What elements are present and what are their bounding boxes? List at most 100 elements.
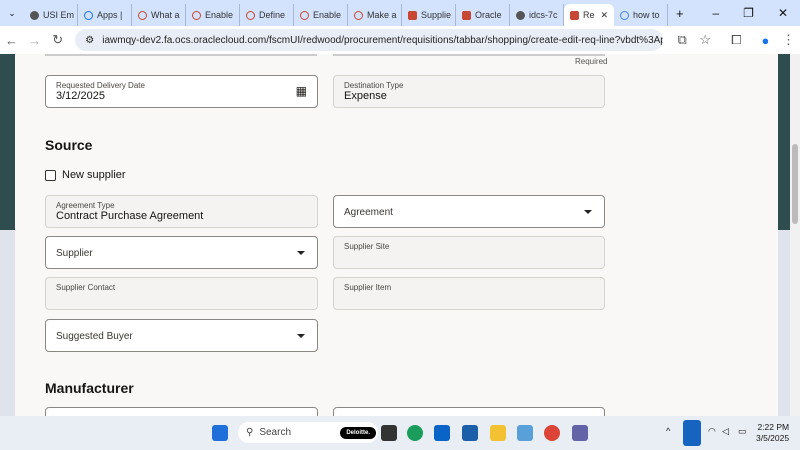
calendar-icon[interactable]: ▦ bbox=[296, 84, 307, 98]
chevron-up-icon[interactable]: ^ bbox=[666, 426, 670, 436]
browser-tab[interactable]: Re ✕ bbox=[564, 4, 614, 26]
back-icon[interactable]: ← bbox=[0, 33, 23, 48]
google-icon bbox=[620, 10, 629, 20]
agreement-select[interactable]: Agreement bbox=[333, 195, 605, 228]
field-placeholder: Agreement bbox=[344, 207, 393, 218]
profile-avatar[interactable]: ● bbox=[754, 33, 777, 48]
browser-tab[interactable]: What a bbox=[132, 4, 186, 26]
task-view-icon[interactable] bbox=[381, 425, 397, 441]
checkbox-label: New supplier bbox=[62, 169, 126, 181]
tab-label: Oracle bbox=[475, 10, 502, 20]
menu-icon[interactable]: ⋮ bbox=[777, 32, 800, 48]
teams-icon[interactable] bbox=[572, 425, 588, 441]
oracle-icon bbox=[300, 10, 309, 20]
forward-icon[interactable]: → bbox=[23, 33, 46, 48]
browser-tab[interactable]: Apps | bbox=[78, 4, 132, 26]
clock[interactable]: 2:22 PM 3/5/2025 bbox=[756, 422, 789, 444]
oracle-icon bbox=[192, 10, 201, 20]
time: 2:22 PM bbox=[757, 422, 790, 432]
new-tab-button[interactable]: + bbox=[668, 6, 692, 21]
browser-tab[interactable]: how to bbox=[614, 4, 668, 26]
url-input[interactable]: ⚙ iawmqy-dev2.fa.ocs.oraclecloud.com/fscm… bbox=[75, 29, 663, 51]
field-label: Destination Type bbox=[344, 81, 404, 90]
browser-tab[interactable]: Define bbox=[240, 4, 294, 26]
required-hint: Required bbox=[575, 57, 608, 66]
manufacturer-heading: Manufacturer bbox=[45, 380, 134, 396]
bookmark-star-icon[interactable]: ☆ bbox=[694, 32, 717, 48]
chevron-down-icon[interactable] bbox=[584, 210, 592, 214]
deloitte-badge: Deloitte. bbox=[340, 426, 376, 439]
supplier-site-field: Supplier Site bbox=[333, 236, 605, 269]
browser-tab[interactable]: Supplie bbox=[402, 4, 456, 26]
site-info-icon[interactable]: ⚙ bbox=[85, 35, 94, 46]
chevron-down-icon[interactable] bbox=[297, 334, 305, 338]
supplier-select[interactable]: Supplier bbox=[45, 236, 318, 269]
tab-label: Enable bbox=[205, 10, 234, 20]
tab-label: Define bbox=[259, 10, 286, 20]
supplier-contact-field: Supplier Contact bbox=[45, 277, 318, 310]
field-value: Expense bbox=[344, 90, 387, 102]
close-tab-icon[interactable]: ✕ bbox=[600, 10, 608, 21]
outlook-icon[interactable] bbox=[434, 425, 450, 441]
file-explorer-icon[interactable] bbox=[490, 425, 506, 441]
tab-label: idcs-7c bbox=[529, 10, 558, 20]
requisition-line-form: Required Requested Delivery Date 3/12/20… bbox=[15, 54, 778, 427]
page-scrollbar[interactable] bbox=[790, 54, 800, 416]
browser-tab[interactable]: Oracle bbox=[456, 4, 510, 26]
install-app-icon[interactable]: ⧉ bbox=[671, 32, 694, 48]
oracle-icon bbox=[246, 10, 255, 20]
oracle-icon bbox=[138, 10, 147, 20]
tab-label: Apps | bbox=[97, 10, 123, 20]
reload-icon[interactable]: ↻ bbox=[46, 32, 69, 48]
extensions-icon[interactable]: ⧠ bbox=[725, 32, 748, 48]
battery-icon[interactable]: ▭ bbox=[738, 426, 747, 437]
browser-tab[interactable]: Enable bbox=[294, 4, 348, 26]
close-window-button[interactable]: ✕ bbox=[778, 6, 788, 20]
date: 3/5/2025 bbox=[756, 433, 790, 443]
checkbox-icon[interactable] bbox=[45, 169, 56, 181]
tab-label: What a bbox=[151, 10, 180, 20]
requested-delivery-date-field[interactable]: Requested Delivery Date 3/12/2025 ▦ bbox=[45, 75, 318, 108]
search-icon: ⚲ bbox=[246, 427, 254, 438]
volume-icon[interactable]: ◁ bbox=[722, 426, 729, 437]
windows-start-icon[interactable] bbox=[212, 425, 228, 441]
tab-label: Make a bbox=[367, 10, 397, 20]
search-label: Search bbox=[259, 427, 292, 438]
browser-tab[interactable]: USI Em bbox=[24, 4, 78, 26]
restore-button[interactable]: ❐ bbox=[743, 6, 754, 20]
tab-search-icon[interactable]: ⌄ bbox=[0, 8, 24, 19]
browser-tab[interactable]: Make a bbox=[348, 4, 402, 26]
browser-tab[interactable]: Enable bbox=[186, 4, 240, 26]
destination-type-field: Destination Type Expense bbox=[333, 75, 605, 108]
notepad-icon[interactable] bbox=[517, 425, 533, 441]
oracle-icon bbox=[354, 10, 363, 20]
microphone-icon[interactable] bbox=[683, 420, 701, 446]
field-value: 3/12/2025 bbox=[56, 90, 105, 102]
taskbar-search[interactable]: ⚲ Search Deloitte. bbox=[238, 422, 378, 443]
agreement-type-field: Agreement Type Contract Purchase Agreeme… bbox=[45, 195, 318, 228]
chevron-down-icon[interactable] bbox=[297, 251, 305, 255]
wifi-icon[interactable]: ◠ bbox=[708, 426, 716, 437]
field-label: Supplier Contact bbox=[56, 283, 116, 292]
chrome-icon[interactable] bbox=[544, 425, 560, 441]
field-label: Supplier Item bbox=[344, 283, 392, 292]
scrollbar-thumb[interactable] bbox=[792, 144, 798, 224]
new-supplier-checkbox[interactable]: New supplier bbox=[45, 169, 126, 181]
tab-label: USI Em bbox=[43, 10, 75, 20]
apps-icon bbox=[84, 10, 93, 20]
browser-tab-bar: ⌄ USI Em Apps | What a Enable Define Enable Ma… bbox=[0, 0, 800, 26]
supplier-item-field: Supplier Item bbox=[333, 277, 605, 310]
suggested-buyer-select[interactable]: Suggested Buyer bbox=[45, 319, 318, 352]
tab-label: how to bbox=[633, 10, 660, 20]
source-heading: Source bbox=[45, 137, 93, 153]
field-label: Requested Delivery Date bbox=[56, 81, 145, 90]
field-label: Agreement Type bbox=[56, 201, 115, 210]
oracle-square-icon bbox=[408, 10, 417, 20]
edge-icon[interactable] bbox=[407, 425, 423, 441]
minimize-button[interactable]: – bbox=[712, 6, 719, 20]
browser-tab[interactable]: idcs-7c bbox=[510, 4, 564, 26]
store-icon[interactable] bbox=[462, 425, 478, 441]
oracle-square-icon bbox=[462, 10, 471, 20]
tab-label: Re bbox=[583, 10, 595, 20]
globe-icon bbox=[516, 10, 525, 20]
